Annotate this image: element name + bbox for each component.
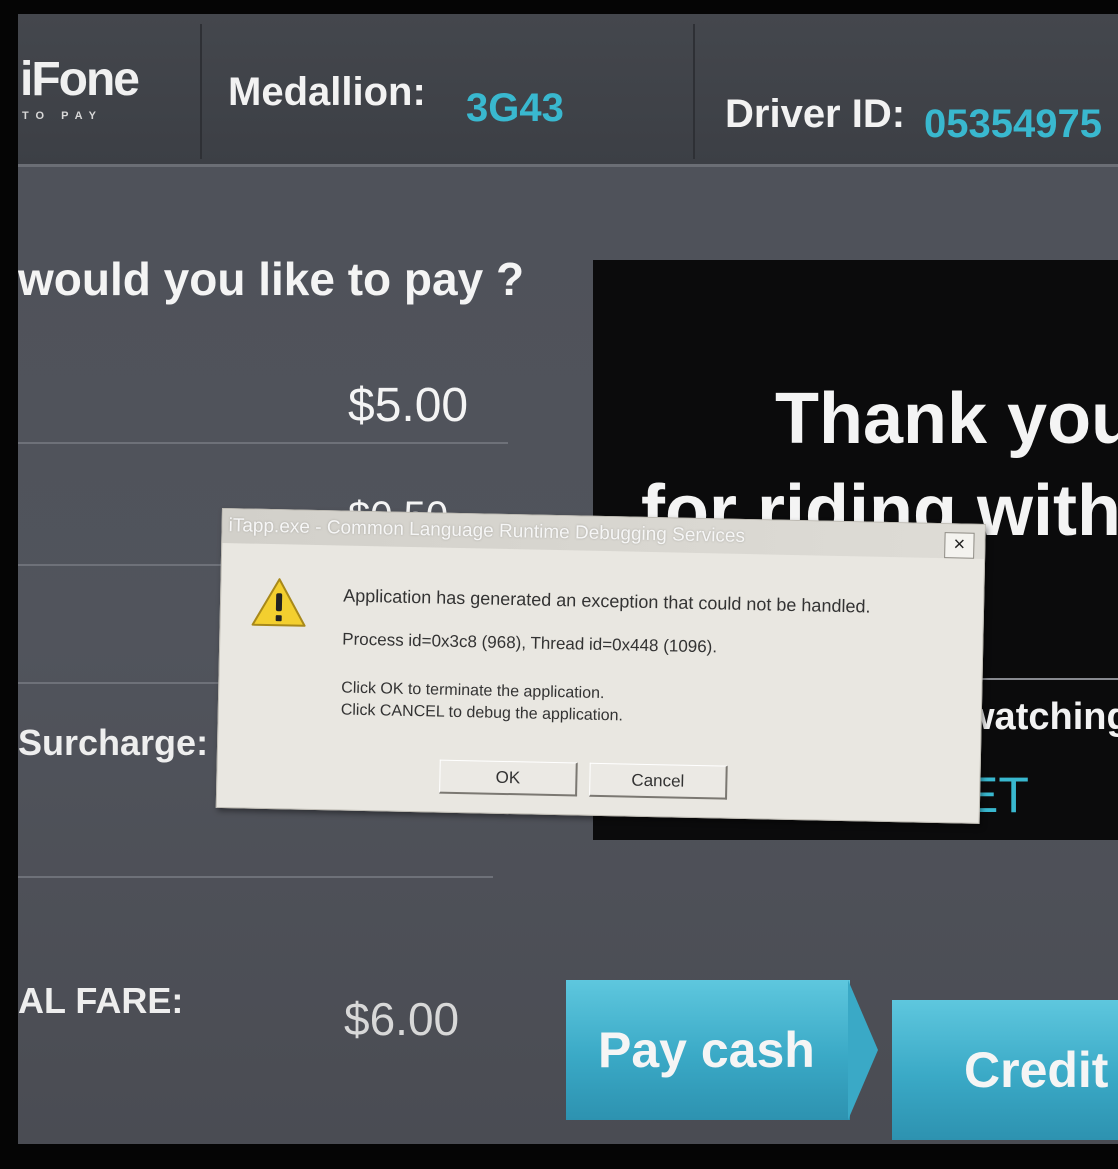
panel-divider xyxy=(973,678,1118,680)
medallion-label: Medallion: xyxy=(228,70,426,114)
watching-text: watching xyxy=(965,696,1118,738)
total-fare-amount: $6.00 xyxy=(344,993,460,1045)
cancel-button[interactable]: Cancel xyxy=(589,762,728,800)
surcharge-label: Surcharge: xyxy=(18,722,209,763)
cancel-hint: Click CANCEL to debug the application. xyxy=(340,701,624,725)
credit-label: Credit xyxy=(964,1042,1109,1098)
row-divider xyxy=(18,876,493,878)
pay-cash-label: Pay cash xyxy=(598,1022,815,1078)
thank-you-text: Thank you xyxy=(775,379,1118,459)
credit-button[interactable]: Credit xyxy=(892,1000,1118,1140)
fare-amount: $5.00 xyxy=(348,379,469,432)
dialog-title: iTapp.exe - Common Language Runtime Debu… xyxy=(228,515,746,547)
process-info: Process id=0x3c8 (968), Thread id=0x448 … xyxy=(342,629,718,657)
row-divider xyxy=(18,442,508,444)
ok-hint: Click OK to terminate the application. xyxy=(341,679,605,703)
exception-message: Application has generated an exception t… xyxy=(342,585,871,617)
warning-icon xyxy=(250,576,307,634)
driver-id-value: 05354975 xyxy=(924,102,1102,146)
logo: iFone xyxy=(20,53,140,106)
pay-cash-button[interactable]: Pay cash xyxy=(566,980,850,1120)
error-dialog: iTapp.exe - Common Language Runtime Debu… xyxy=(215,508,986,824)
ok-button[interactable]: OK xyxy=(439,759,578,797)
total-fare-label: AL FARE: xyxy=(18,980,184,1021)
header-divider xyxy=(200,24,202,159)
logo-tagline: TO PAY xyxy=(22,110,103,122)
payment-question: would you like to pay ? xyxy=(18,253,525,305)
close-button[interactable]: × xyxy=(944,532,975,559)
pay-cash-arrow xyxy=(848,980,878,1120)
header-bar: iFone TO PAY Medallion: 3G43 Driver ID: … xyxy=(18,14,1118,167)
header-divider xyxy=(693,24,695,159)
medallion-value: 3G43 xyxy=(466,86,564,130)
driver-id-label: Driver ID: xyxy=(725,92,906,136)
